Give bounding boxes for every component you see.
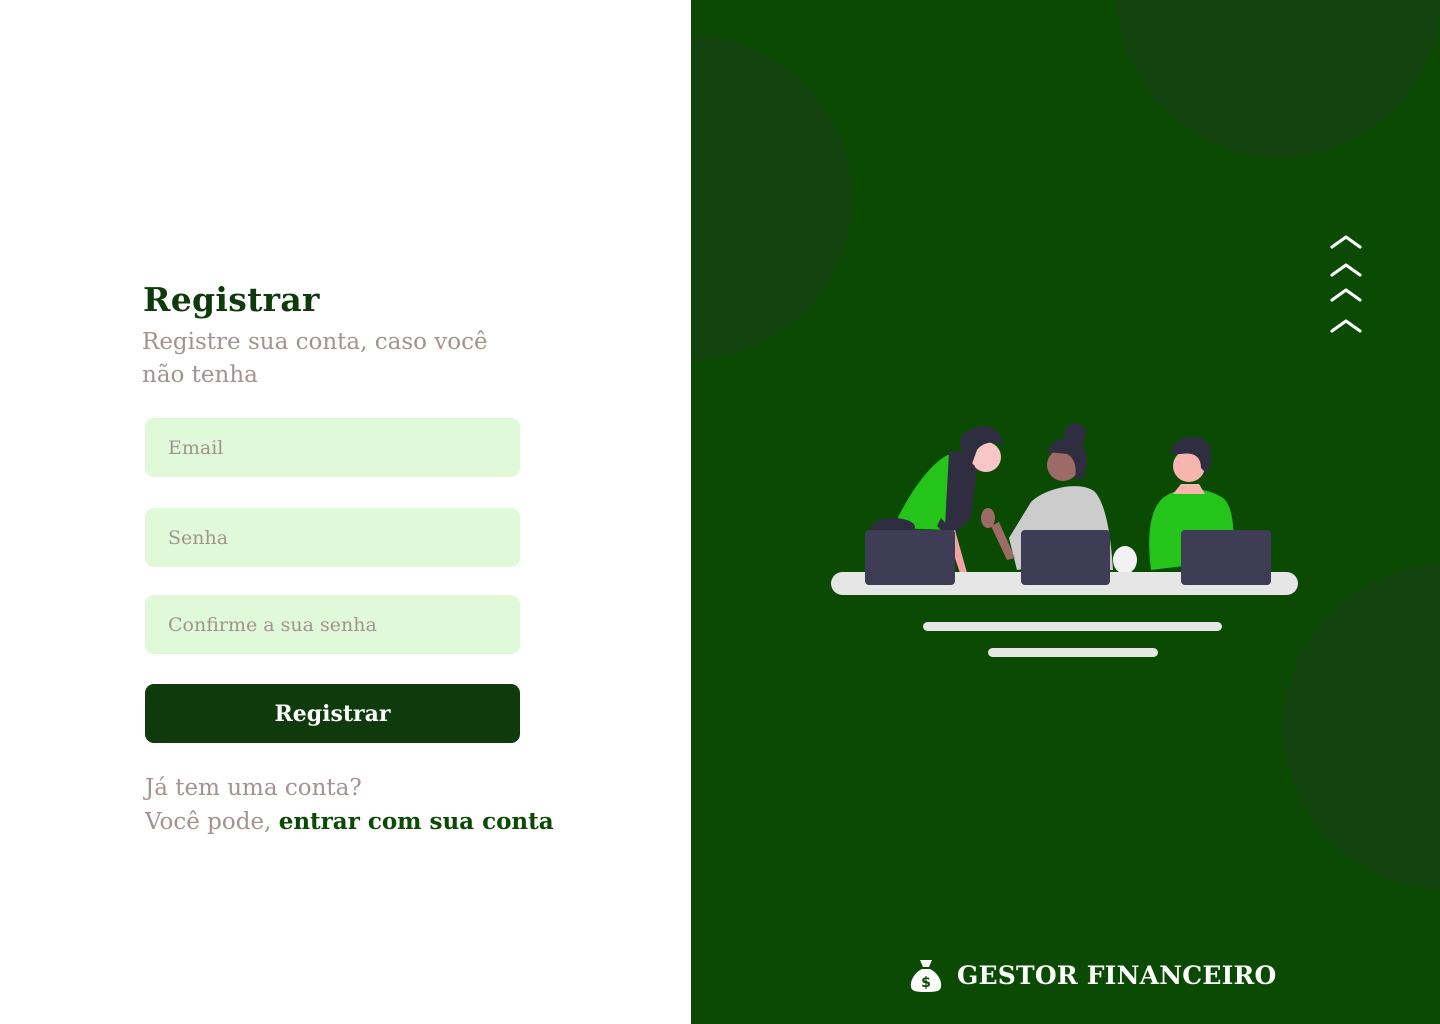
register-button[interactable]: Registrar: [145, 684, 520, 743]
login-prompt-line2: Você pode, entrar com sua conta: [145, 805, 554, 839]
team-illustration: [831, 423, 1298, 657]
brand-name: GESTOR FINANCEIRO: [957, 960, 1277, 990]
decor-circle: [1117, 0, 1440, 157]
login-prompt-prefix: Você pode,: [145, 809, 279, 835]
hero-panel: $ GESTOR FINANCEIRO: [691, 0, 1440, 1024]
svg-text:$: $: [921, 975, 931, 991]
decor-circle: [1283, 565, 1440, 889]
register-panel: Registrar Registre sua conta, caso você …: [0, 0, 691, 1024]
password-field[interactable]: [145, 508, 520, 567]
decor-circle: [691, 36, 852, 360]
page-title: Registrar: [143, 280, 320, 319]
login-prompt-line1: Já tem uma conta?: [145, 775, 362, 801]
chevrons-up-icon: [1330, 235, 1362, 333]
login-link[interactable]: entrar com sua conta: [279, 808, 554, 835]
confirm-password-field[interactable]: [145, 595, 520, 654]
brand-logo: $ GESTOR FINANCEIRO: [909, 955, 1276, 995]
email-field[interactable]: [145, 418, 520, 477]
login-prompt: Já tem uma conta? Você pode, entrar com …: [145, 772, 554, 839]
money-bag-icon: $: [910, 960, 942, 992]
page-subtitle: Registre sua conta, caso você não tenha: [142, 329, 488, 388]
